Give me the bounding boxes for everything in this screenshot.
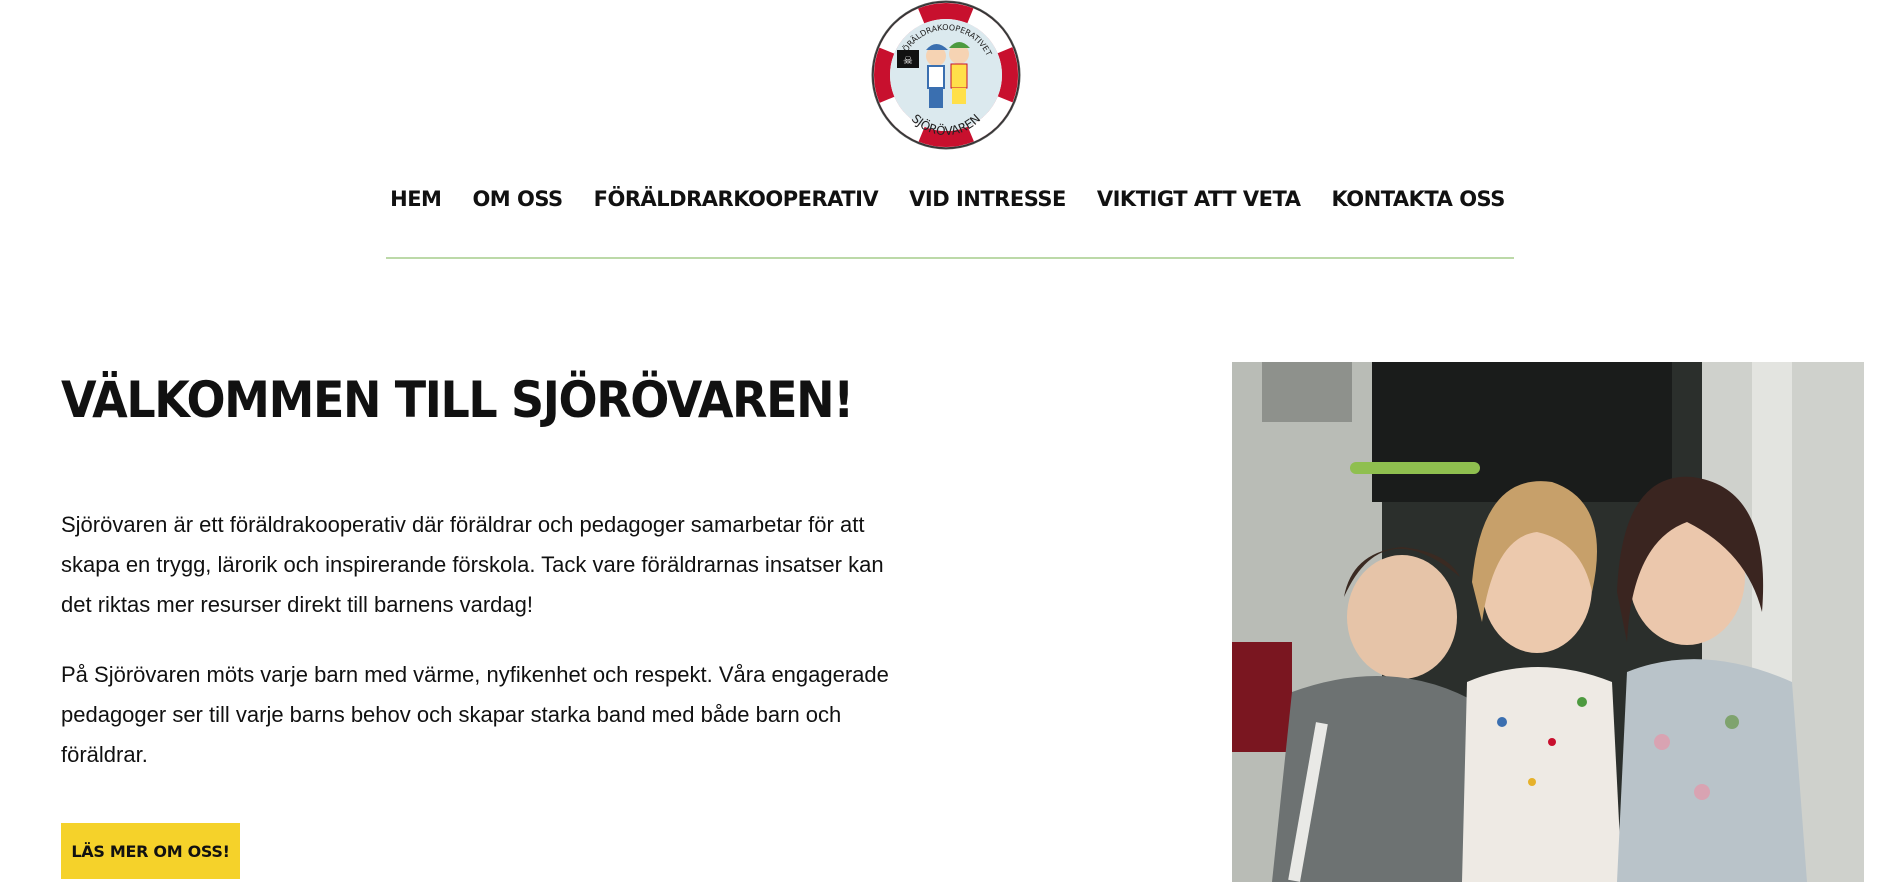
intro-paragraph: Sjörövaren är ett föräldrakooperativ där… — [61, 512, 884, 617]
hero-photo — [1232, 362, 1864, 882]
nav-item-om-oss[interactable]: OM OSS — [472, 184, 563, 214]
svg-text:☠: ☠ — [903, 54, 913, 67]
nav-item-hem[interactable]: HEM — [390, 184, 442, 214]
main-nav: HEM OM OSS FÖRÄLDRARKOOPERATIV VID INTRE… — [0, 184, 1895, 214]
nav-divider — [386, 257, 1514, 259]
nav-item-foraldrarkooperativ[interactable]: FÖRÄLDRARKOOPERATIV — [594, 184, 879, 214]
nav-item-viktigt-att-veta[interactable]: VIKTIGT ATT VETA — [1097, 184, 1301, 214]
nav-item-vid-intresse[interactable]: VID INTRESSE — [909, 184, 1066, 214]
read-more-button[interactable]: LÄS MER OM OSS! — [61, 823, 240, 879]
values-paragraph: På Sjörövaren möts varje barn med värme,… — [61, 662, 889, 767]
nav-item-kontakta-oss[interactable]: KONTAKTA OSS — [1331, 184, 1505, 214]
children-photo-image — [1232, 362, 1864, 882]
page-title: VÄLKOMMEN TILL SJÖRÖVAREN! — [61, 371, 854, 429]
site-logo[interactable]: FÖRÄLDRAKOOPERATIVET SJÖRÖVAREN ☠ — [869, 0, 1023, 150]
logo-emblem: FÖRÄLDRAKOOPERATIVET SJÖRÖVAREN ☠ — [871, 0, 1021, 150]
